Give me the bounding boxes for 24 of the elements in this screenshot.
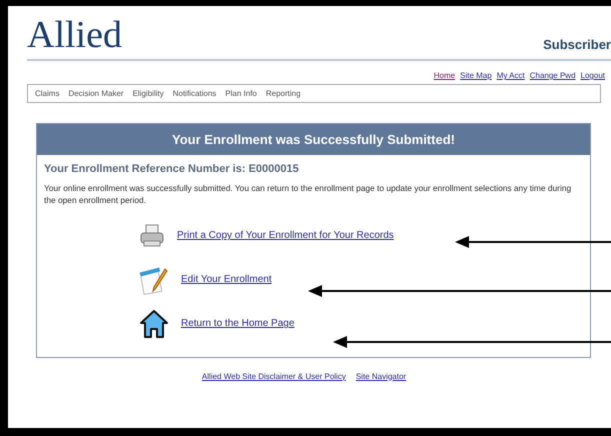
logo: Allied	[27, 16, 122, 54]
action-link[interactable]: Print a Copy of Your Enrollment for Your Records	[177, 230, 394, 242]
role-label: Subscriber	[543, 37, 611, 52]
message: Your online enrollment was successfully submitted. You can return to the enrollment page to update your enrollment selections any time during the open enrollment period.	[44, 183, 572, 207]
nav-link[interactable]: Home	[434, 71, 456, 80]
nav-link[interactable]: Logout	[580, 71, 605, 80]
panel-title: Your Enrollment was Successfully Submitted!	[37, 124, 590, 155]
nav-link[interactable]: My Acct	[496, 71, 525, 80]
printer-icon	[139, 224, 165, 248]
notepad-pencil-icon	[139, 264, 169, 295]
nav-link[interactable]: Change Pwd	[530, 71, 576, 80]
menu-item[interactable]: Decision Maker	[68, 89, 124, 98]
home-icon	[139, 308, 169, 339]
menu-item[interactable]: Reporting	[266, 89, 301, 98]
menu-item[interactable]: Plan Info	[225, 89, 257, 98]
reference-number: Your Enrollment Reference Number is: E0000015	[44, 163, 300, 175]
footer-link[interactable]: Allied Web Site Disclaimer & User Policy	[202, 372, 346, 381]
footer-link[interactable]: Site Navigator	[356, 372, 406, 381]
menu-item[interactable]: Claims	[35, 89, 60, 98]
menu-item[interactable]: Notifications	[172, 89, 216, 98]
action-link[interactable]: Edit Your Enrollment	[181, 274, 272, 286]
menu-item[interactable]: Eligibility	[132, 89, 164, 98]
nav-link[interactable]: Site Map	[460, 71, 492, 80]
action-link[interactable]: Return to the Home Page	[181, 318, 294, 330]
